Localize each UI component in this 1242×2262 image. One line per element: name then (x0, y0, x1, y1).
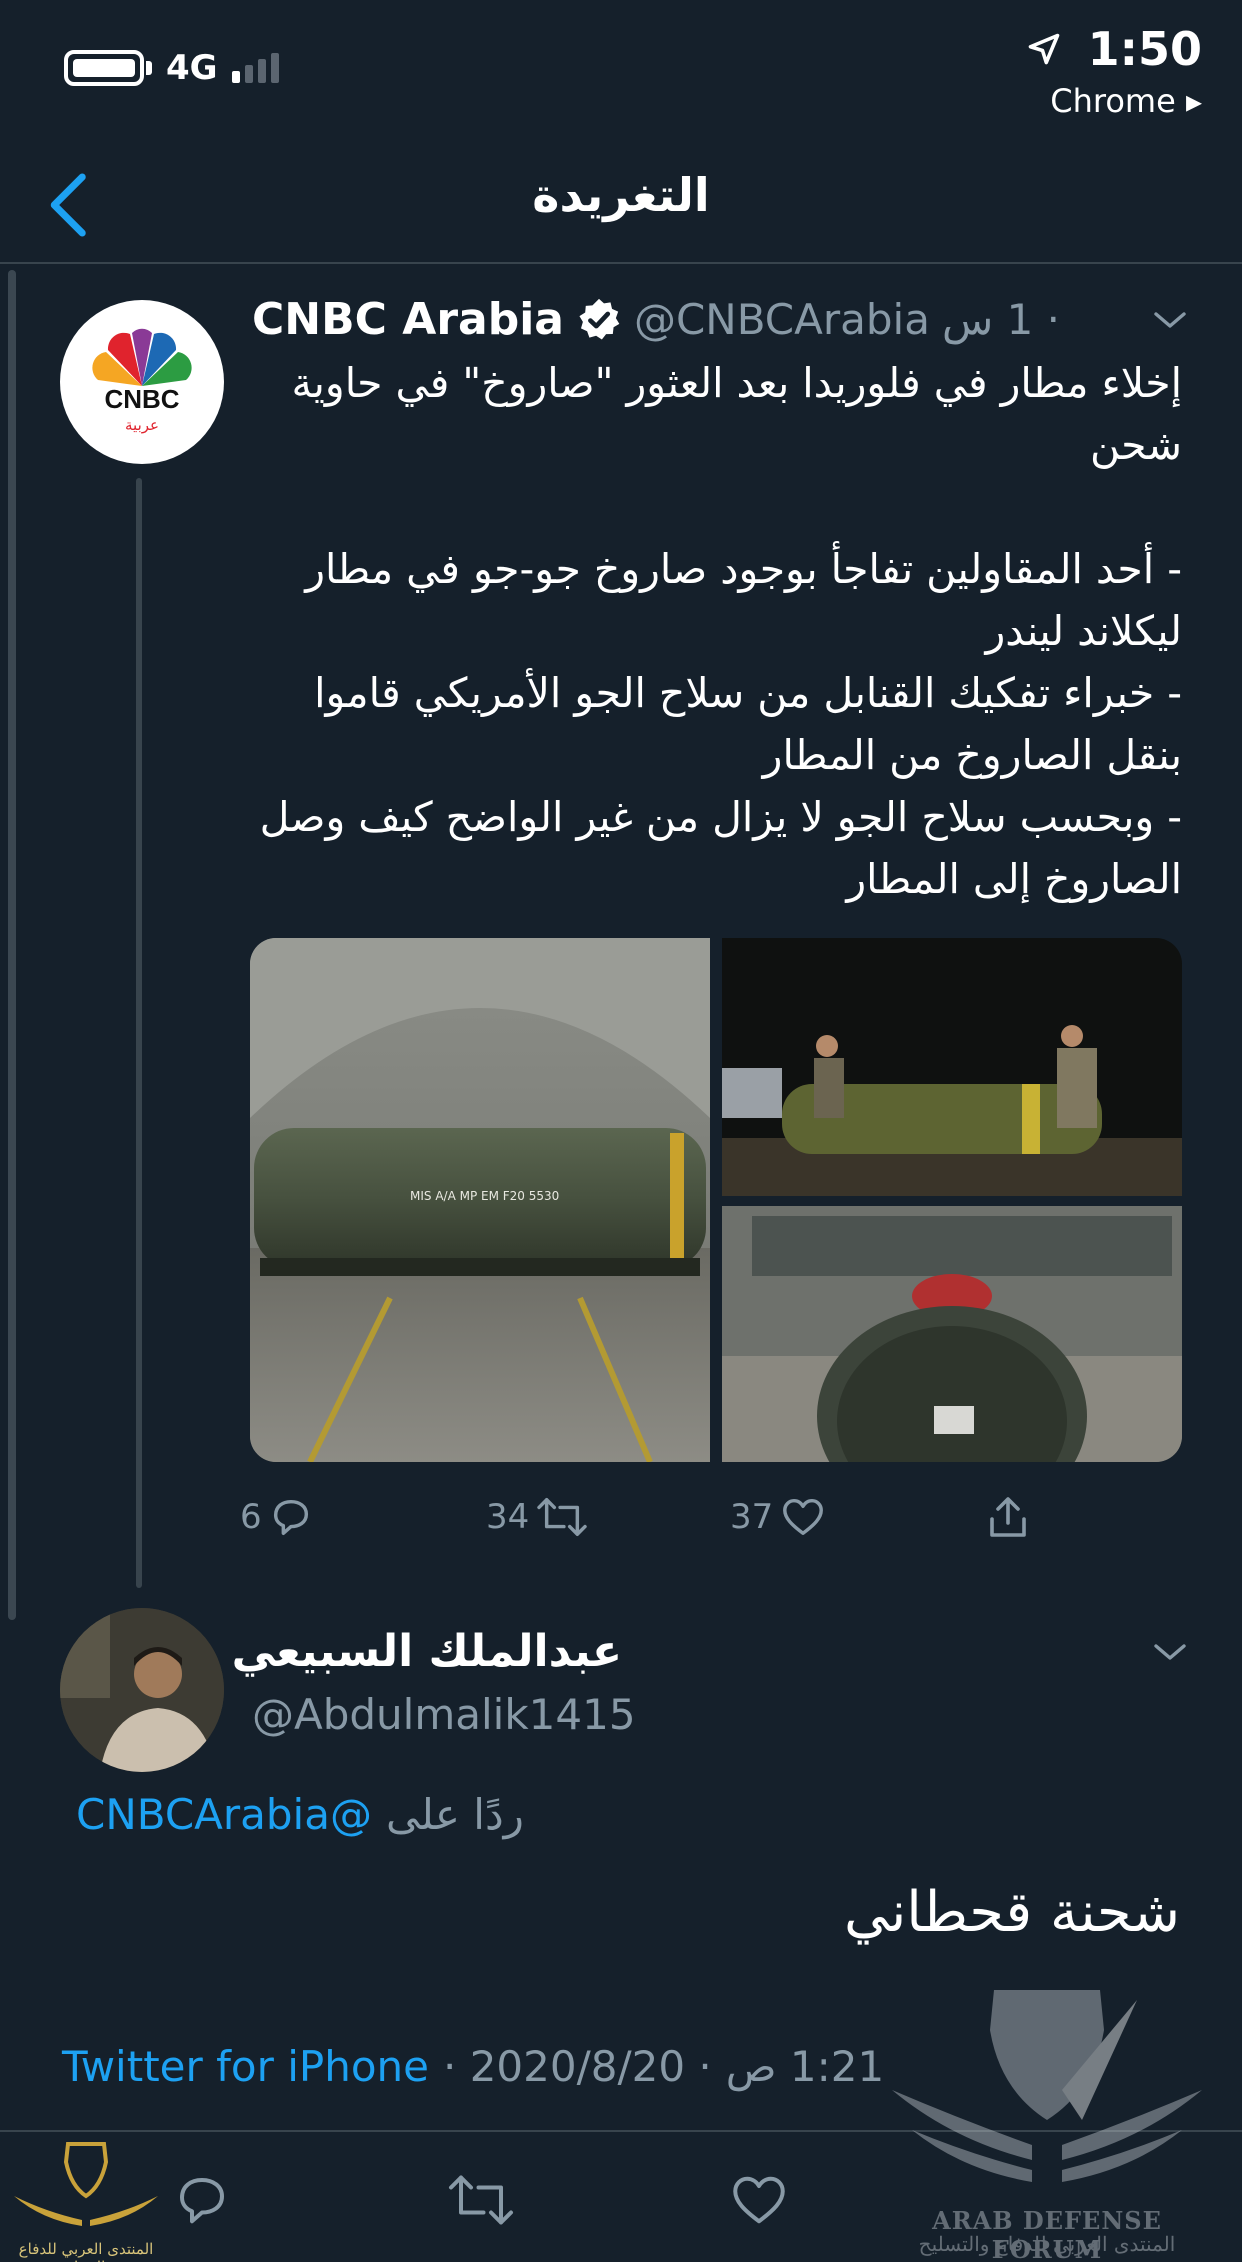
time-ago: · 1 س (941, 295, 1060, 344)
battery-nub (146, 61, 152, 75)
media-grid[interactable]: MIS A/A MP EM F20 5530 (250, 938, 1182, 1462)
retweet-count: 34 (486, 1497, 530, 1537)
retweet-icon[interactable] (446, 2170, 516, 2230)
svg-text:عربية: عربية (125, 416, 159, 434)
like-icon[interactable] (728, 2170, 790, 2230)
tweet-text: إخلاء مطار في فلوريدا بعد العثور "صاروخ"… (259, 359, 1182, 903)
reply-action[interactable]: 6 (240, 1494, 314, 1540)
cnbc-peacock-logo: CNBC عربية (92, 328, 192, 434)
tweet-date: · 2020/8/20 · (443, 2042, 712, 2091)
reply-icon (273, 1499, 308, 1536)
photo-soldiers-loading-missile[interactable] (722, 938, 1182, 1196)
replying-to-label: ردًا على (385, 1790, 524, 1839)
shield-eagle-logo (14, 2142, 158, 2226)
status-bar-right: 1:50 Chrome ▸ (1026, 22, 1202, 120)
like-icon (783, 1498, 824, 1536)
reply-count: 6 (240, 1497, 262, 1537)
like-action[interactable]: 37 (730, 1494, 827, 1540)
svg-text:CNBC: CNBC (104, 384, 179, 414)
quoted-tweet-header: CNBC Arabia @CNBCArabia · 1 س (252, 294, 1060, 345)
svg-text:MIS A/A MP EM F20 5530: MIS A/A MP EM F20 5530 (410, 1189, 559, 1203)
status-bar-left: 4G (64, 48, 279, 88)
reply-icon[interactable] (172, 2170, 232, 2230)
cnbc-avatar[interactable]: CNBC عربية (60, 300, 224, 464)
clock: 1:50 (1087, 22, 1202, 76)
retweet-action[interactable]: 34 (486, 1494, 589, 1540)
share-icon (990, 1497, 1026, 1537)
verified-badge-icon (579, 298, 620, 340)
reply-handle[interactable]: @Abdulmalik1415 (252, 1690, 636, 1739)
tweet-action-bar: 6 34 37 (240, 1488, 1070, 1548)
thread-line (136, 478, 142, 1588)
photo-missile-workshop[interactable] (722, 1206, 1182, 1462)
watermark-subtitle: المنتدى العربي للدفاع والتسليح (918, 2232, 1176, 2256)
reply-text: شحنة قحطاني (844, 1880, 1180, 1945)
chevron-down-icon[interactable] (1150, 1638, 1190, 1666)
watermark-small-logo: المنتدى العربي للدفاع والتسليح (6, 2136, 166, 2262)
display-name[interactable]: CNBC Arabia (252, 294, 564, 345)
user-avatar[interactable] (60, 1608, 224, 1772)
page-title: التغريدة (532, 168, 710, 222)
watermark-arab-defense-forum: ARAB DEFENSE FORUM المنتدى العربي للدفاع… (882, 1970, 1212, 2262)
photo-missile-container-hangar[interactable]: MIS A/A MP EM F20 5530 (250, 938, 710, 1462)
retweet-icon (537, 1498, 587, 1536)
like-count: 37 (730, 1497, 774, 1537)
replying-to-mention[interactable]: @CNBCArabia (76, 1790, 372, 1839)
network-type: 4G (166, 48, 218, 88)
header-divider (0, 262, 1242, 264)
tweet-time: 1:21 ص (725, 2042, 885, 2091)
reply-display-name[interactable]: عبدالملك السبيعي (232, 1626, 622, 1677)
battery-icon (64, 50, 144, 86)
scrollbar[interactable] (8, 270, 16, 1620)
signal-strength-icon (231, 53, 279, 83)
location-arrow-icon (1028, 33, 1059, 65)
tweet-source[interactable]: Twitter for iPhone (62, 2042, 429, 2091)
replying-to: ردًا على @CNBCArabia (76, 1790, 524, 1839)
tweet-meta: Twitter for iPhone · 2020/8/20 · 1:21 ص (62, 2042, 884, 2091)
share-action[interactable] (984, 1492, 1032, 1542)
chevron-down-icon[interactable] (1150, 306, 1190, 334)
watermark-small-subtitle: المنتدى العربي للدفاع والتسليح (18, 2240, 154, 2262)
back-to-app-link[interactable]: Chrome ▸ (1026, 82, 1202, 120)
shield-eagle-logo (892, 1990, 1202, 2182)
header: التغريدة (0, 150, 1242, 260)
handle[interactable]: @CNBCArabia (634, 295, 930, 344)
